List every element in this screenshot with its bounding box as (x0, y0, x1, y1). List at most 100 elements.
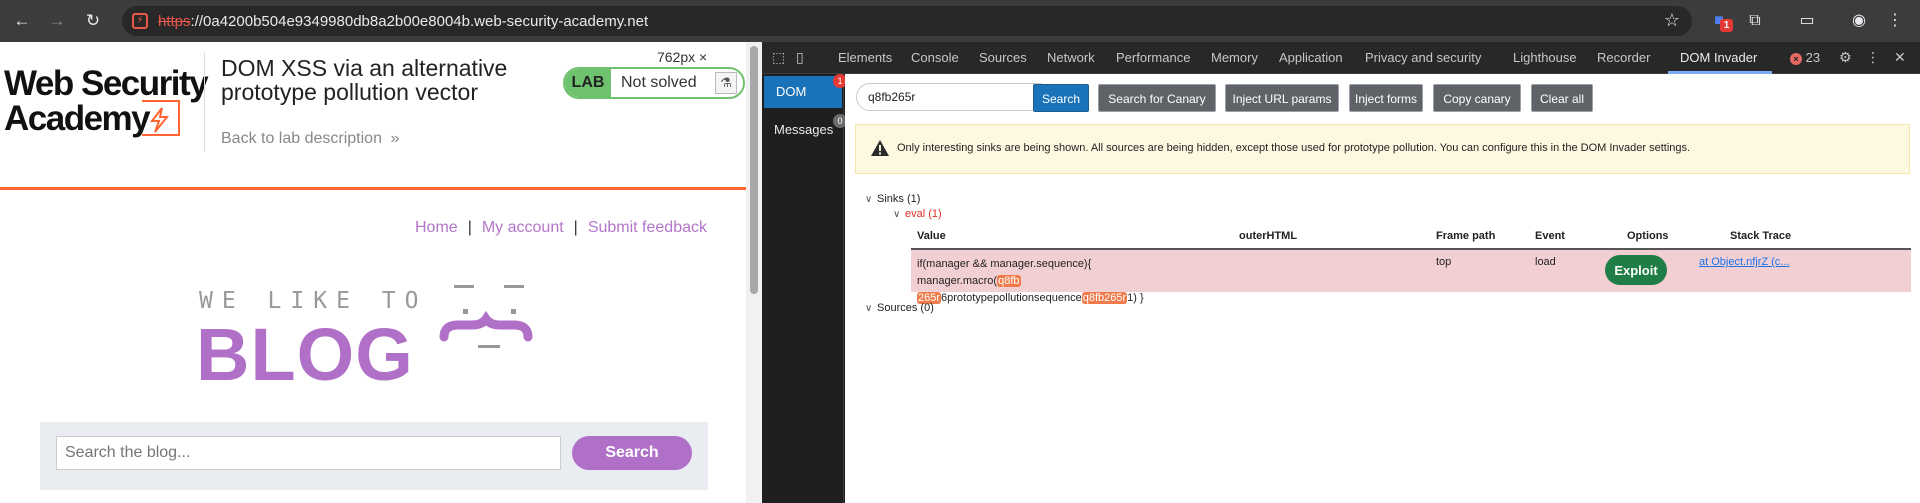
sinks-label: Sinks (1) (877, 193, 921, 205)
canary-highlight: q8fb265r (1081, 292, 1128, 304)
sink-value-text: 1) } (1127, 292, 1144, 304)
nav-my-account-link[interactable]: My account (482, 219, 564, 236)
tab-memory[interactable]: Memory (1211, 50, 1258, 65)
copy-canary-button[interactable]: Copy canary (1433, 84, 1521, 112)
reload-icon[interactable]: ↻ (83, 11, 103, 31)
dom-invader-main: Search Search for Canary Inject URL para… (845, 74, 1920, 503)
error-count: 23 (1805, 50, 1821, 65)
cast-icon[interactable]: ▭ (1796, 10, 1818, 32)
page-scrollbar[interactable] (746, 42, 762, 503)
inject-forms-button[interactable]: Inject forms (1349, 84, 1423, 112)
warning-text: Only interesting sinks are being shown. … (897, 142, 1691, 154)
sinks-toggle[interactable]: ∨ Sinks (1) (865, 193, 920, 205)
extension-badge: 1 (1720, 19, 1733, 32)
search-button[interactable]: Search (1033, 84, 1089, 112)
tab-performance[interactable]: Performance (1116, 50, 1190, 65)
chevron-double-right-icon: » (390, 130, 400, 147)
address-bar[interactable]: ⚡ https://0a4200b504e9349980db8a2b00e800… (122, 6, 1692, 36)
logo-text-line2[interactable]: Academy (4, 99, 151, 139)
lab-label: LAB (565, 69, 611, 97)
chevron-down-icon: ∨ (865, 303, 873, 314)
chevron-down-icon: ∨ (893, 209, 901, 220)
clear-all-button[interactable]: Clear all (1531, 84, 1593, 112)
column-header-options: Options (1627, 230, 1669, 242)
back-arrow-icon[interactable]: ← (12, 11, 32, 31)
frame-path-cell: top (1436, 256, 1452, 268)
close-icon[interactable]: ✕ (1894, 49, 1906, 66)
column-header-frame-path: Frame path (1436, 230, 1496, 242)
sources-toggle[interactable]: ∨ Sources (0) (865, 302, 934, 314)
puzzle-icon[interactable]: ⧉ (1744, 10, 1766, 32)
tab-network[interactable]: Network (1047, 50, 1095, 65)
table-row: if(manager && manager.sequence){ manager… (911, 250, 1911, 304)
blog-search-button[interactable]: Search (572, 436, 692, 470)
eval-toggle[interactable]: ∨ eval (1) (893, 208, 942, 220)
sources-label: Sources (0) (877, 302, 934, 314)
lab-page: Web Security Academy DOM XSS via an alte… (0, 42, 746, 503)
column-header-event: Event (1535, 230, 1565, 242)
nav-separator: | (467, 219, 472, 236)
nav-home-link[interactable]: Home (415, 219, 458, 236)
tab-elements[interactable]: Elements (838, 50, 892, 65)
device-toolbar-icon[interactable]: ▯ (796, 49, 804, 66)
blog-search-input[interactable] (56, 436, 561, 470)
bookmark-star-icon[interactable]: ☆ (1664, 10, 1680, 31)
tab-application[interactable]: Application (1279, 50, 1343, 65)
sidebar-item-messages[interactable]: Messages (774, 122, 833, 137)
chevron-down-icon: ∨ (865, 194, 873, 205)
lab-status-badge: LAB Not solved ⚗ (563, 67, 745, 99)
blog-face-icon (428, 279, 558, 374)
url-host: ://0a4200b504e9349980db8a2b00e8004b.web-… (190, 13, 649, 30)
error-counter[interactable]: × 23 (1790, 50, 1820, 65)
tab-console[interactable]: Console (911, 50, 959, 65)
profile-icon[interactable]: ◉ (1848, 10, 1870, 32)
page-scrollbar-thumb[interactable] (750, 46, 758, 294)
settings-gear-icon[interactable]: ⚙ (1839, 49, 1852, 66)
site-info-icon[interactable]: ⚡ (132, 13, 148, 29)
logo-bolt-icon (142, 100, 180, 136)
blog-word: BLOG (196, 313, 414, 396)
canary-input[interactable] (856, 83, 1052, 111)
back-to-lab-link[interactable]: Back to lab description » (221, 130, 399, 148)
tab-recorder[interactable]: Recorder (1597, 50, 1650, 65)
browser-toolbar: ← → ↻ ⚡ https://0a4200b504e9349980db8a2b… (0, 0, 1920, 42)
stack-trace-link[interactable]: at Object.nfjrZ (c... (1699, 256, 1789, 268)
blog-search-panel: Search (40, 422, 708, 490)
tab-sources[interactable]: Sources (979, 50, 1027, 65)
sidebar-item-dom[interactable]: DOM 1 (764, 74, 847, 108)
devtools-panel: ⬚ ▯ Elements Console Sources Network Per… (762, 42, 1920, 503)
kebab-menu-icon[interactable]: ⋮ (1884, 10, 1906, 32)
url-scheme: https (158, 13, 191, 30)
event-cell: load (1535, 256, 1556, 268)
back-link-label: Back to lab description (221, 130, 382, 147)
header-rule (0, 187, 746, 190)
inject-url-params-button[interactable]: Inject URL params (1225, 84, 1339, 112)
nav-submit-feedback-link[interactable]: Submit feedback (588, 219, 707, 236)
dom-invader-sidebar: DOM 1 Messages 0 (762, 74, 847, 503)
header-divider (204, 52, 205, 152)
tab-privacy-security[interactable]: Privacy and security (1365, 50, 1481, 65)
kebab-menu-icon[interactable]: ⋮ (1866, 49, 1880, 66)
lab-title: DOM XSS via an alternative prototype pol… (221, 55, 508, 105)
inspect-element-icon[interactable]: ⬚ (772, 49, 785, 66)
exploit-button[interactable]: Exploit (1605, 255, 1667, 285)
column-header-stack-trace: Stack Trace (1730, 230, 1792, 242)
sink-value-text: 6prototypepollutionsequence (941, 292, 1082, 304)
canary-highlight: q8fb (997, 275, 1021, 287)
site-nav: Home | My account | Submit feedback (415, 219, 707, 237)
warning-icon (871, 140, 889, 156)
column-header-value: Value (917, 230, 946, 242)
logo-text-line1[interactable]: Web Security (4, 64, 209, 104)
tab-lighthouse[interactable]: Lighthouse (1513, 50, 1577, 65)
tab-dom-invader[interactable]: DOM Invader (1680, 50, 1757, 65)
forward-arrow-icon[interactable]: → (47, 11, 67, 31)
error-icon: × (1790, 53, 1802, 65)
eval-label: eval (1) (905, 208, 942, 220)
devtools-tab-bar: ⬚ ▯ Elements Console Sources Network Per… (762, 42, 1920, 74)
lab-status-text: Not solved (621, 74, 697, 91)
search-for-canary-button[interactable]: Search for Canary (1098, 84, 1216, 112)
url-text[interactable]: https://0a4200b504e9349980db8a2b00e8004b… (158, 13, 648, 30)
nav-separator: | (573, 219, 578, 236)
warning-banner: Only interesting sinks are being shown. … (855, 124, 1910, 174)
blog-tagline: WE LIKE TO (199, 288, 428, 314)
